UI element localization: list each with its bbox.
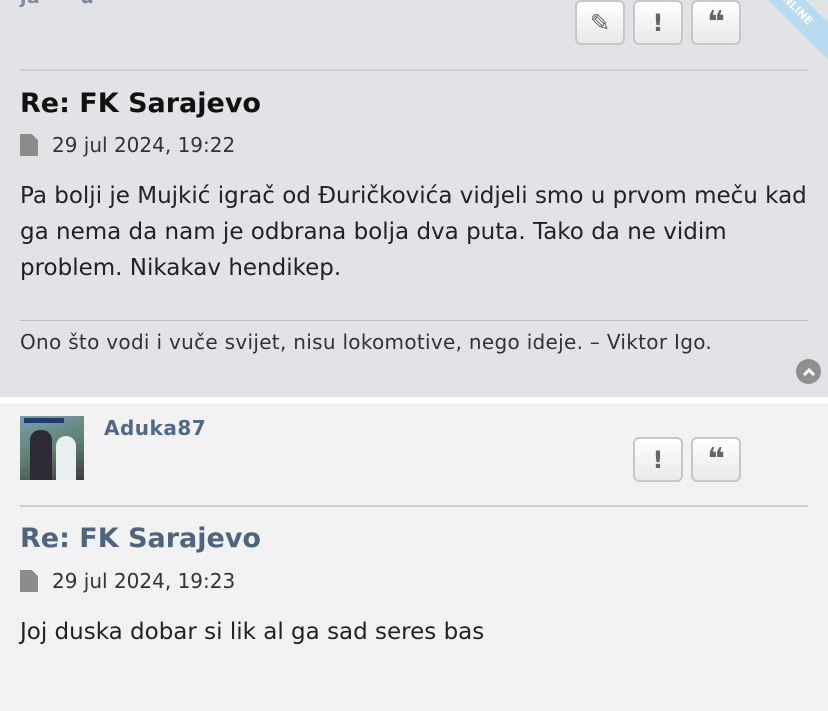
post-body: Joj duska dobar si lik al ga sad seres b… xyxy=(20,619,485,645)
quote-button[interactable]: ❝ xyxy=(691,0,741,45)
post-author-name[interactable]: Aduka87 xyxy=(104,416,206,440)
quote-button[interactable]: ❝ xyxy=(691,437,741,482)
post-meta: 29 jul 2024, 19:22 xyxy=(20,133,235,157)
post-actions: ! ❝ xyxy=(633,437,741,482)
post-author-name[interactable]: ja~ ~u~~~ xyxy=(20,0,144,8)
avatar[interactable] xyxy=(20,416,84,480)
quote-icon: ❝ xyxy=(707,5,725,40)
post-timestamp: 29 jul 2024, 19:22 xyxy=(52,133,236,157)
report-button[interactable]: ! xyxy=(633,437,683,482)
post-1: ja~ ~u~~~ ONLINE ✎ ! ❝ Re: FK Sarajevo 2… xyxy=(0,0,828,397)
post-title[interactable]: Re: FK Sarajevo xyxy=(20,88,261,119)
quote-icon: ❝ xyxy=(707,442,725,477)
edit-button[interactable]: ✎ xyxy=(575,0,625,45)
document-icon[interactable] xyxy=(20,570,38,592)
document-icon[interactable] xyxy=(20,134,38,156)
post-body: Pa bolji je Mujkić igrač od Đuričkovića … xyxy=(20,183,807,281)
post-divider xyxy=(20,69,808,71)
arrow-up-icon xyxy=(802,367,815,376)
post-separator xyxy=(0,397,828,403)
back-to-top-button[interactable] xyxy=(796,359,821,384)
signature-divider xyxy=(20,320,808,321)
post-divider xyxy=(20,505,808,507)
exclamation-icon: ! xyxy=(652,445,664,474)
exclamation-icon: ! xyxy=(652,8,664,37)
post-meta: 29 jul 2024, 19:23 xyxy=(20,569,235,593)
post-title[interactable]: Re: FK Sarajevo xyxy=(20,523,261,554)
signature: Ono što vodi i vuče svijet, nisu lokomot… xyxy=(20,330,713,354)
post-timestamp: 29 jul 2024, 19:23 xyxy=(52,569,236,593)
post-actions: ✎ ! ❝ xyxy=(575,0,741,45)
pencil-icon: ✎ xyxy=(589,8,611,37)
report-button[interactable]: ! xyxy=(633,0,683,45)
online-badge: ONLINE xyxy=(742,0,828,59)
